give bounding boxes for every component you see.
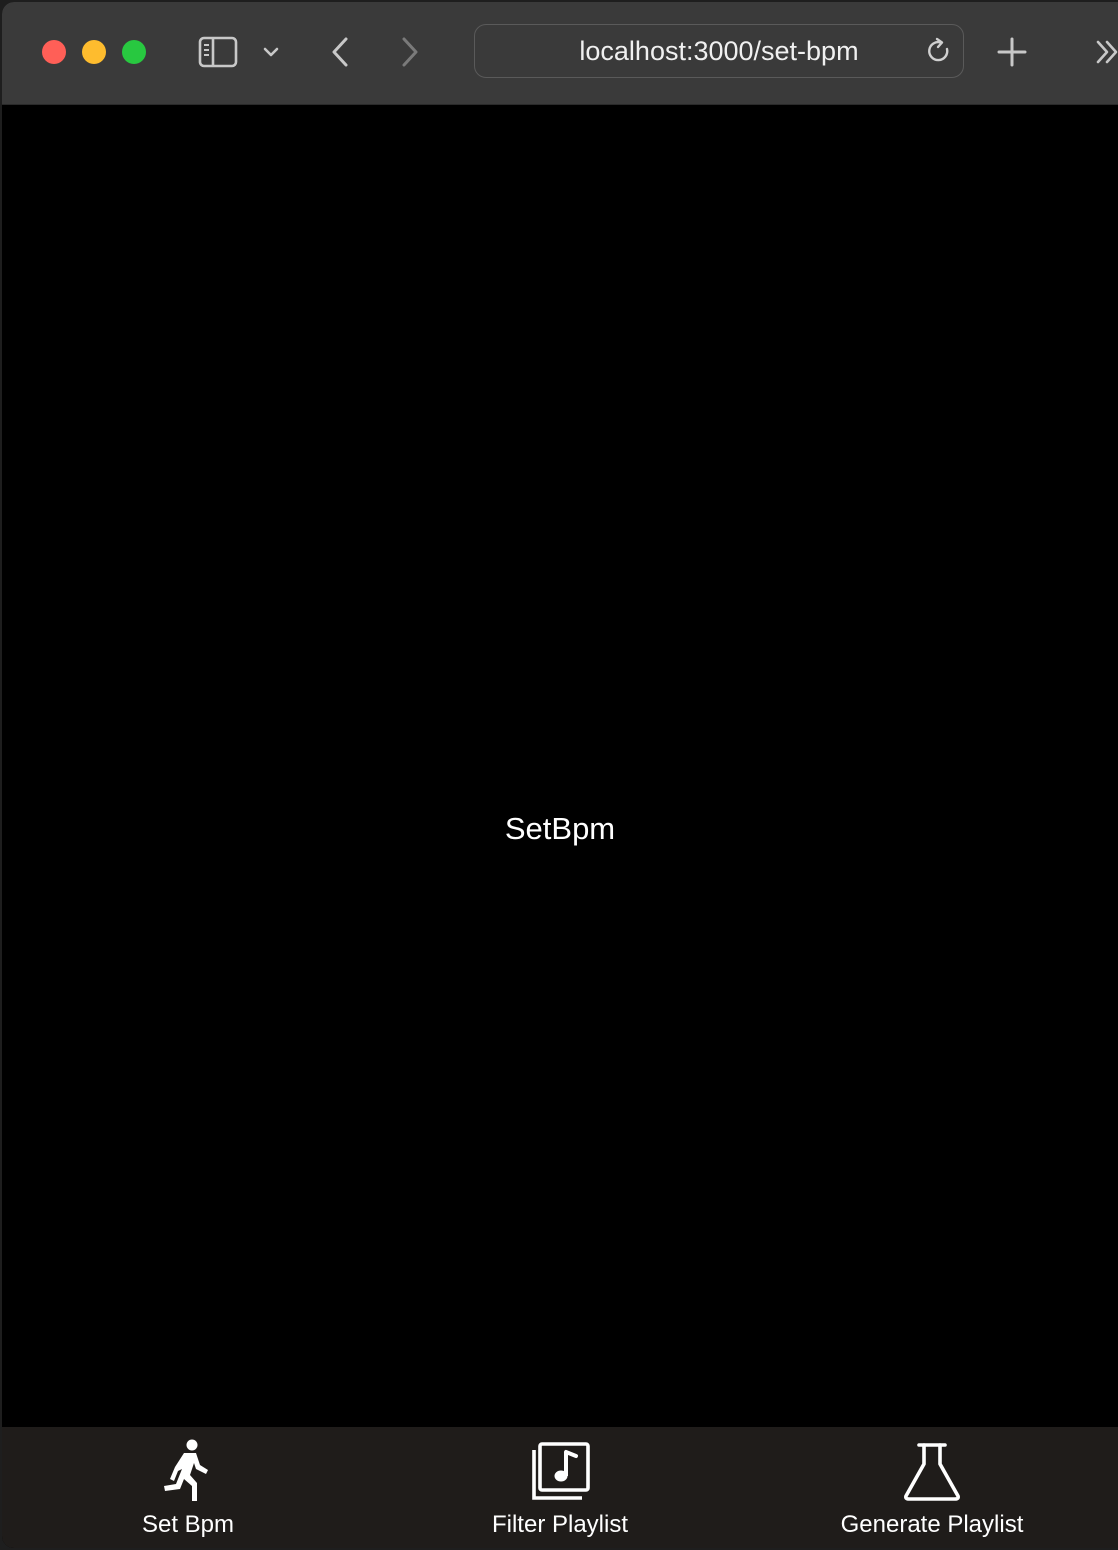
chevron-left-icon[interactable] <box>322 32 358 72</box>
page-heading: SetBpm <box>504 811 616 846</box>
minimize-window-button[interactable] <box>82 40 106 64</box>
bottom-tab-bar: Set Bpm Filter Playlist Generate Playlis… <box>2 1427 1118 1548</box>
close-window-button[interactable] <box>42 40 66 64</box>
tab-label: Generate Playlist <box>840 1511 1024 1538</box>
flask-icon <box>899 1439 965 1505</box>
address-bar[interactable]: localhost:3000/set-bpm <box>474 24 964 78</box>
url-text[interactable]: localhost:3000/set-bpm <box>475 25 963 79</box>
plus-icon[interactable] <box>992 32 1032 72</box>
tab-set-bpm[interactable]: Set Bpm <box>2 1427 374 1548</box>
tab-filter-playlist[interactable]: Filter Playlist <box>374 1427 746 1548</box>
browser-toolbar: localhost:3000/set-bpm <box>2 2 1118 105</box>
reload-icon[interactable] <box>925 37 953 65</box>
music-library-icon <box>527 1439 593 1505</box>
double-chevron-right-icon[interactable] <box>1092 34 1118 70</box>
browser-window: localhost:3000/set-bpm SetBpm Set Bpm Fi… <box>2 2 1118 1548</box>
running-figure-icon <box>155 1439 221 1505</box>
chevron-down-icon[interactable] <box>258 38 284 66</box>
tab-label: Set Bpm <box>141 1511 235 1538</box>
sidebar-icon[interactable] <box>196 32 240 72</box>
tab-generate-playlist[interactable]: Generate Playlist <box>746 1427 1118 1548</box>
page-content: SetBpm <box>2 105 1118 1427</box>
tab-label: Filter Playlist <box>491 1511 629 1538</box>
zoom-window-button[interactable] <box>122 40 146 64</box>
chevron-right-icon[interactable] <box>392 32 428 72</box>
